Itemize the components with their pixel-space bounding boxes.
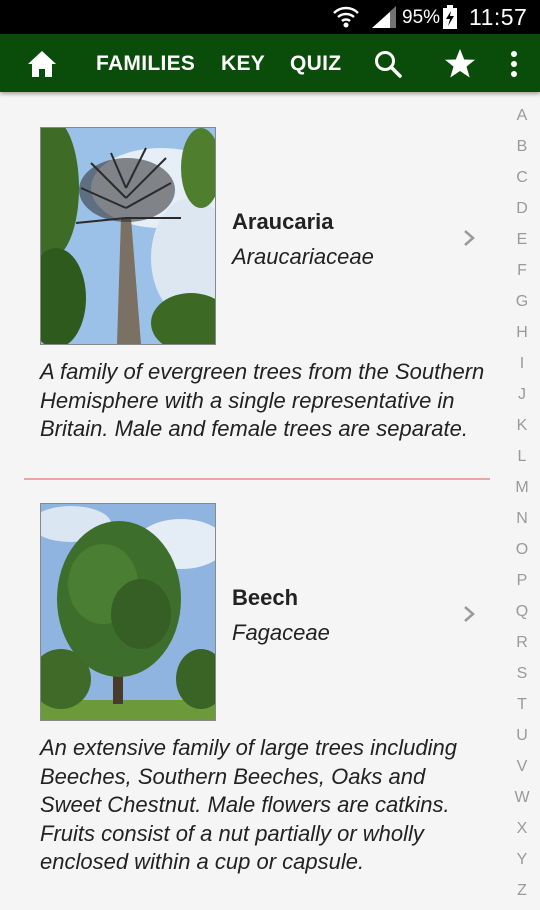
index-letter-b[interactable]: B — [510, 135, 534, 166]
index-letter-s[interactable]: S — [510, 662, 534, 693]
chevron-right-icon[interactable] — [462, 228, 476, 248]
clock: 11:57 — [469, 4, 528, 30]
index-letter-r[interactable]: R — [510, 631, 534, 662]
index-letter-y[interactable]: Y — [510, 848, 534, 879]
index-letter-d[interactable]: D — [510, 197, 534, 228]
beech-photo — [40, 503, 216, 721]
index-letter-u[interactable]: U — [510, 724, 534, 755]
index-letter-q[interactable]: Q — [510, 600, 534, 631]
app-bar: FAMILIES KEY QUIZ — [0, 34, 540, 92]
araucaria-photo — [40, 127, 216, 345]
index-letter-n[interactable]: N — [510, 507, 534, 538]
family-description: An extensive family of large trees inclu… — [40, 735, 457, 874]
index-letter-l[interactable]: L — [510, 445, 534, 476]
signal-icon — [372, 6, 396, 28]
index-letter-z[interactable]: Z — [510, 879, 534, 910]
family-latin-name: Fagaceae — [232, 620, 330, 645]
divider — [24, 478, 490, 480]
tab-key[interactable]: KEY — [221, 52, 265, 76]
more-vertical-icon[interactable] — [505, 48, 523, 80]
alphabet-index[interactable]: A B C D E F G H I J K L M N O P Q R S T … — [510, 104, 534, 910]
index-letter-g[interactable]: G — [510, 290, 534, 321]
wifi-icon — [333, 6, 359, 28]
family-latin-name: Araucariaceae — [232, 244, 374, 269]
index-letter-j[interactable]: J — [510, 383, 534, 414]
family-description: A family of evergreen trees from the Sou… — [40, 359, 485, 441]
index-letter-t[interactable]: T — [510, 693, 534, 724]
index-letter-x[interactable]: X — [510, 817, 534, 848]
index-letter-i[interactable]: I — [510, 352, 534, 383]
index-letter-h[interactable]: H — [510, 321, 534, 352]
index-letter-c[interactable]: C — [510, 166, 534, 197]
star-icon[interactable] — [444, 48, 476, 80]
index-letter-k[interactable]: K — [510, 414, 534, 445]
family-name: Araucaria — [232, 209, 334, 234]
tab-quiz[interactable]: QUIZ — [290, 52, 341, 76]
index-letter-o[interactable]: O — [510, 538, 534, 569]
index-letter-w[interactable]: W — [510, 786, 534, 817]
index-letter-e[interactable]: E — [510, 228, 534, 259]
tab-families[interactable]: FAMILIES — [96, 52, 195, 76]
home-icon[interactable] — [27, 50, 57, 78]
index-letter-a[interactable]: A — [510, 104, 534, 135]
battery-charging-icon — [443, 5, 457, 29]
index-letter-f[interactable]: F — [510, 259, 534, 290]
index-letter-p[interactable]: P — [510, 569, 534, 600]
index-letter-m[interactable]: M — [510, 476, 534, 507]
search-icon[interactable] — [373, 49, 403, 79]
status-bar: 95% 11:57 — [0, 0, 540, 34]
battery-percent: 95% — [402, 7, 441, 28]
family-name: Beech — [232, 585, 299, 610]
chevron-right-icon[interactable] — [462, 604, 476, 624]
index-letter-v[interactable]: V — [510, 755, 534, 786]
